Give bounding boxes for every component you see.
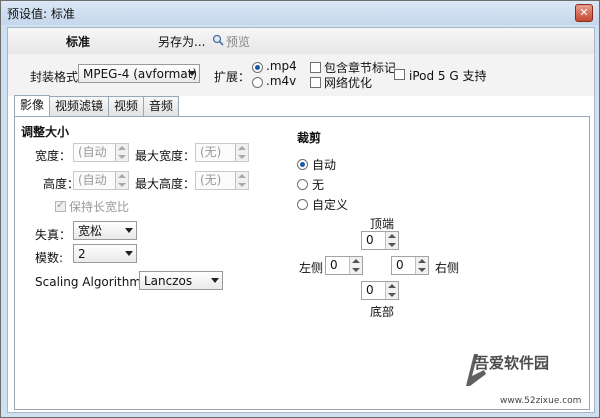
arrow-down-icon [352,268,360,272]
modulus-select[interactable]: 2 [73,244,137,263]
modulus-value: 2 [78,247,86,261]
chapter-markers-checkbox[interactable] [310,62,321,73]
tab-audio[interactable]: 音频 [143,96,179,116]
width-value: (自动 [78,145,107,159]
height-stepper-buttons[interactable] [115,172,128,189]
ext-mp4-label: .mp4 [266,59,297,73]
crop-top-stepper-buttons[interactable] [385,232,398,249]
max-width-value: (无) [200,145,222,159]
max-width-stepper[interactable]: (无) [195,143,249,162]
scaling-select[interactable]: Lanczos [139,271,223,290]
ext-m4v-radio[interactable] [252,77,263,88]
tab-video[interactable]: 视频 [108,96,144,116]
arrow-down-icon [118,155,126,159]
chevron-down-icon [125,251,133,256]
crop-bottom-label: 底部 [370,305,395,319]
crop-top-label: 顶端 [370,217,395,231]
arrow-down-icon [118,183,126,187]
close-button[interactable]: ✕ [575,4,593,22]
window-title: 预设值: 标准 [7,7,75,21]
tab-picture[interactable]: 影像 [14,95,50,117]
max-height-stepper[interactable]: (无) [195,171,249,190]
title-bar: 预设值: 标准 ✕ [1,1,599,25]
scaling-label: Scaling Algorithm: [35,275,146,289]
crop-none-label: 无 [312,178,325,192]
crop-bottom-value: 0 [366,283,374,297]
magnifier-icon [212,34,224,46]
ext-mp4-radio[interactable] [252,62,263,73]
crop-left-label: 左侧 [299,261,324,275]
chevron-down-icon [125,228,133,233]
anamorphic-label: 失真： [35,228,72,242]
arrow-up-icon [352,259,360,263]
max-height-label: 最大高度： [135,177,196,191]
crop-bottom-stepper-buttons[interactable] [385,282,398,299]
crop-auto-label: 自动 [312,158,337,172]
tab-video-filters[interactable]: 视频滤镜 [49,96,109,116]
crop-right-value: 0 [396,258,404,272]
max-width-label: 最大宽度： [135,149,196,163]
max-height-value: (无) [200,173,222,187]
anamorphic-select[interactable]: 宽松 [73,221,137,240]
preset-name-label: 标准 [66,35,91,49]
crop-auto-radio[interactable] [297,159,308,170]
crop-left-value: 0 [330,258,338,272]
anamorphic-value: 宽松 [78,224,103,238]
ext-m4v-label: .m4v [266,74,297,88]
crop-bottom-stepper[interactable]: 0 [361,281,399,300]
arrow-down-icon [238,155,246,159]
toolbar: 标准 另存为... 预览 [8,28,594,55]
width-stepper-buttons[interactable] [115,144,128,161]
arrow-up-icon [388,234,396,238]
max-width-stepper-buttons[interactable] [235,144,248,161]
crop-top-value: 0 [366,233,374,247]
crop-top-stepper[interactable]: 0 [361,231,399,250]
arrow-down-icon [388,243,396,247]
crop-right-stepper-buttons[interactable] [415,257,428,274]
crop-custom-label: 自定义 [312,198,349,212]
width-stepper[interactable]: (自动 [73,143,129,162]
crop-left-stepper[interactable]: 0 [325,256,363,275]
crop-right-stepper[interactable]: 0 [391,256,429,275]
size-heading: 调整大小 [21,125,70,139]
keep-aspect-checkbox[interactable] [55,198,66,212]
chevron-down-icon [188,71,196,76]
height-value: (自动 [78,173,107,187]
arrow-down-icon [388,293,396,297]
watermark-brand: 吾爱软件园 [474,354,550,372]
arrow-up-icon [238,174,246,178]
ipod-label: iPod 5 G 支持 [409,69,487,83]
web-optimized-label: 网络优化 [324,76,373,90]
max-height-stepper-buttons[interactable] [235,172,248,189]
save-as-button[interactable]: 另存为... [158,33,205,50]
arrow-down-icon [418,268,426,272]
crop-right-label: 右侧 [435,261,460,275]
preview-button[interactable]: 预览 [226,33,250,50]
crop-left-stepper-buttons[interactable] [349,257,362,274]
crop-heading: 裁剪 [297,131,322,145]
width-label: 宽度： [35,149,72,163]
arrow-up-icon [118,174,126,178]
crop-custom-radio[interactable] [297,199,308,210]
ipod-checkbox[interactable] [394,69,405,80]
arrow-up-icon [118,146,126,150]
keep-aspect-label: 保持长宽比 [69,200,130,214]
arrow-up-icon [418,259,426,263]
crop-none-radio[interactable] [297,179,308,190]
web-optimized-checkbox[interactable] [310,77,321,88]
container-format-value: MPEG-4 (avformat) [83,67,198,81]
extension-label: 扩展： [214,70,251,84]
modulus-label: 模数: [35,251,64,265]
container-label: 封装格式 [30,70,79,84]
container-row: 封装格式 MPEG-4 (avformat) 扩展： .mp4 .m4v 包含章… [8,54,594,96]
watermark-url: www.52zixue.com [500,396,582,406]
arrow-up-icon [388,284,396,288]
height-stepper[interactable]: (自动 [73,171,129,190]
chevron-down-icon [211,278,219,283]
arrow-down-icon [238,183,246,187]
arrow-up-icon [238,146,246,150]
container-format-select[interactable]: MPEG-4 (avformat) [78,64,200,83]
scaling-value: Lanczos [144,274,193,288]
